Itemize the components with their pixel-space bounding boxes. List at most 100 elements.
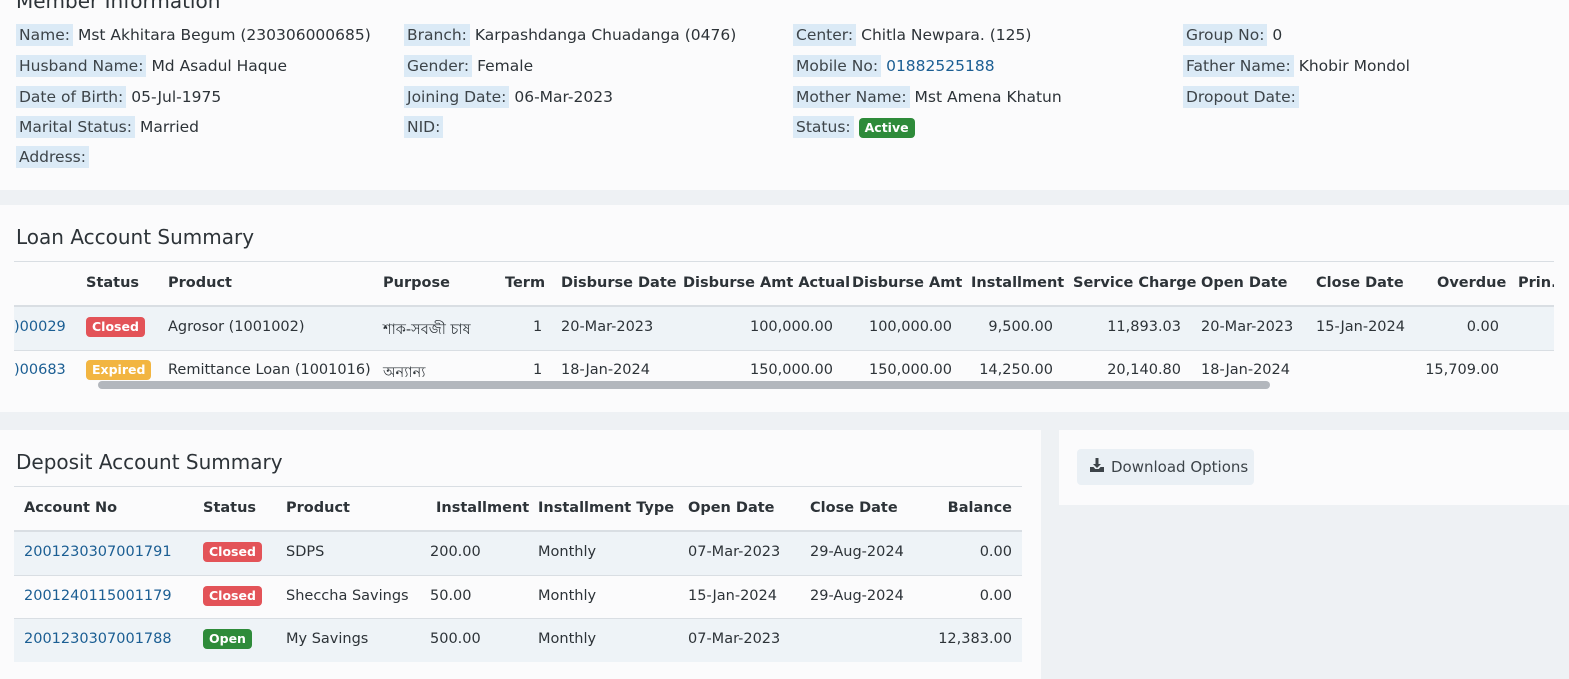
loan-header-service-charge[interactable]: Service Charge: [1073, 275, 1196, 291]
field-date-of-birth: Date of Birth: 05-Jul-1975: [16, 86, 221, 108]
loan-account-link[interactable]: )00683: [14, 362, 66, 378]
field-gender: Gender: Female: [404, 55, 533, 77]
loan-header-disburse-amt[interactable]: Disburse Amt: [852, 275, 962, 291]
loan-table-scrollbar[interactable]: [98, 381, 1270, 389]
loan-header-prin[interactable]: Prin.: [1518, 275, 1554, 291]
loan-header-close-date[interactable]: Close Date: [1316, 275, 1404, 291]
loan-overdue: 15,709.00: [1425, 362, 1499, 378]
deposit-header-balance[interactable]: Balance: [948, 500, 1012, 516]
deposit-header-installment-type[interactable]: Installment Type: [538, 500, 674, 516]
deposit-balance: 0.00: [979, 544, 1012, 560]
loan-open-date: 18-Jan-2024: [1201, 362, 1290, 378]
deposit-open-date: 07-Mar-2023: [688, 544, 781, 560]
field-center: Center: Chitla Newpara. (125): [793, 24, 1031, 46]
status-badge: Closed: [203, 542, 262, 562]
deposit-product: My Savings: [286, 631, 369, 647]
deposit-installment-type: Monthly: [538, 588, 597, 604]
deposit-installment: 50.00: [430, 588, 472, 604]
loan-header-term[interactable]: Term: [505, 275, 545, 291]
deposit-installment: 500.00: [430, 631, 481, 647]
loan-overdue: 0.00: [1466, 319, 1499, 335]
loan-header-disburse-date[interactable]: Disburse Date: [561, 275, 677, 291]
loan-disburse-amt-actual: 100,000.00: [749, 319, 833, 335]
loan-disburse-date: 18-Jan-2024: [561, 362, 650, 378]
deposit-account-link[interactable]: 2001230307001788: [24, 631, 172, 647]
deposit-status: Closed: [203, 586, 262, 606]
loan-disburse-date: 20-Mar-2023: [561, 319, 654, 335]
deposit-close-date: 29-Aug-2024: [810, 588, 904, 604]
status-badge: Closed: [86, 317, 145, 337]
loan-open-date: 20-Mar-2023: [1201, 319, 1294, 335]
download-options-label: Download Options: [1111, 458, 1249, 476]
deposit-product: SDPS: [286, 544, 325, 560]
loan-term: 1: [533, 362, 543, 378]
deposit-status: Open: [203, 629, 252, 649]
deposit-open-date: 15-Jan-2024: [688, 588, 777, 604]
mobile-no-link[interactable]: 01882525188: [886, 57, 994, 75]
deposit-header-status[interactable]: Status: [203, 500, 256, 516]
deposit-installment-type: Monthly: [538, 631, 597, 647]
field-address: Address:: [16, 146, 94, 168]
download-options-button[interactable]: Download Options: [1077, 449, 1254, 485]
field-group-no: Group No: 0: [1183, 24, 1282, 46]
member-information-card: Member Information Name: Mst Akhitara Beg…: [0, 0, 1569, 190]
deposit-account-link[interactable]: 2001240115001179: [24, 588, 172, 604]
loan-product: Agrosor (1001002): [168, 319, 305, 335]
loan-header-purpose[interactable]: Purpose: [383, 275, 450, 291]
deposit-table[interactable]: Account No Status Product Installment In…: [14, 486, 1022, 666]
status-badge: Open: [203, 629, 252, 649]
loan-service-charge: 20,140.80: [1107, 362, 1181, 378]
deposit-balance: 0.00: [979, 588, 1012, 604]
field-mobile-no: Mobile No: 01882525188: [793, 55, 995, 77]
deposit-installment: 200.00: [430, 544, 481, 560]
deposit-product: Sheccha Savings: [286, 588, 409, 604]
deposit-close-date: 29-Aug-2024: [810, 544, 904, 560]
status-badge: Closed: [203, 586, 262, 606]
deposit-header-close-date[interactable]: Close Date: [810, 500, 898, 516]
field-husband-name: Husband Name: Md Asadul Haque: [16, 55, 287, 77]
deposit-header-installment[interactable]: Installment: [436, 500, 529, 516]
field-status: Status: Active: [793, 116, 915, 138]
field-nid: NID:: [404, 116, 448, 138]
loan-purpose: শাক-সবজী চাষ: [383, 322, 471, 338]
field-branch: Branch: Karpashdanga Chuadanga (0476): [404, 24, 736, 46]
loan-product: Remittance Loan (1001016): [168, 362, 371, 378]
status-badge: Expired: [86, 360, 152, 380]
download-icon: [1089, 457, 1105, 477]
loan-header-status[interactable]: Status: [86, 275, 139, 291]
deposit-header-account-no[interactable]: Account No: [24, 500, 117, 516]
loan-header-overdue[interactable]: Overdue: [1437, 275, 1506, 291]
loan-installment: 14,250.00: [979, 362, 1053, 378]
loan-status: Closed: [86, 317, 145, 337]
member-information-title: Member Information: [16, 0, 221, 13]
field-father-name: Father Name: Khobir Mondol: [1183, 55, 1410, 77]
loan-disburse-amt-actual: 150,000.00: [749, 362, 833, 378]
deposit-balance: 12,383.00: [938, 631, 1012, 647]
field-joining-date: Joining Date: 06-Mar-2023: [404, 86, 613, 108]
deposit-header-open-date[interactable]: Open Date: [688, 500, 775, 516]
loan-close-date: 15-Jan-2024: [1316, 319, 1405, 335]
loan-header-product[interactable]: Product: [168, 275, 232, 291]
field-name: Name: Mst Akhitara Begum (230306000685): [16, 24, 371, 46]
field-mother-name: Mother Name: Mst Amena Khatun: [793, 86, 1062, 108]
loan-header-installment[interactable]: Installment: [971, 275, 1064, 291]
loan-account-link[interactable]: )00029: [14, 319, 66, 335]
field-marital-status: Marital Status: Married: [16, 116, 199, 138]
field-dropout-date: Dropout Date:: [1183, 86, 1304, 108]
deposit-status: Closed: [203, 542, 262, 562]
loan-installment: 9,500.00: [988, 319, 1053, 335]
deposit-account-summary-card: Deposit Account Summary Account No Statu…: [0, 430, 1041, 679]
loan-service-charge: 11,893.03: [1107, 319, 1181, 335]
loan-disburse-amt: 150,000.00: [868, 362, 952, 378]
loan-header-disburse-amt-actual[interactable]: Disburse Amt Actual: [683, 275, 850, 291]
loan-header-open-date[interactable]: Open Date: [1201, 275, 1288, 291]
loan-table[interactable]: Status Product Purpose Term Disburse Dat…: [14, 261, 1554, 401]
deposit-account-link[interactable]: 2001230307001791: [24, 544, 172, 560]
deposit-account-summary-title: Deposit Account Summary: [16, 450, 283, 474]
deposit-header-product[interactable]: Product: [286, 500, 350, 516]
loan-account-summary-title: Loan Account Summary: [16, 225, 255, 249]
download-options-card: Download Options: [1059, 430, 1569, 505]
loan-status: Expired: [86, 360, 152, 380]
deposit-installment-type: Monthly: [538, 544, 597, 560]
loan-disburse-amt: 100,000.00: [868, 319, 952, 335]
